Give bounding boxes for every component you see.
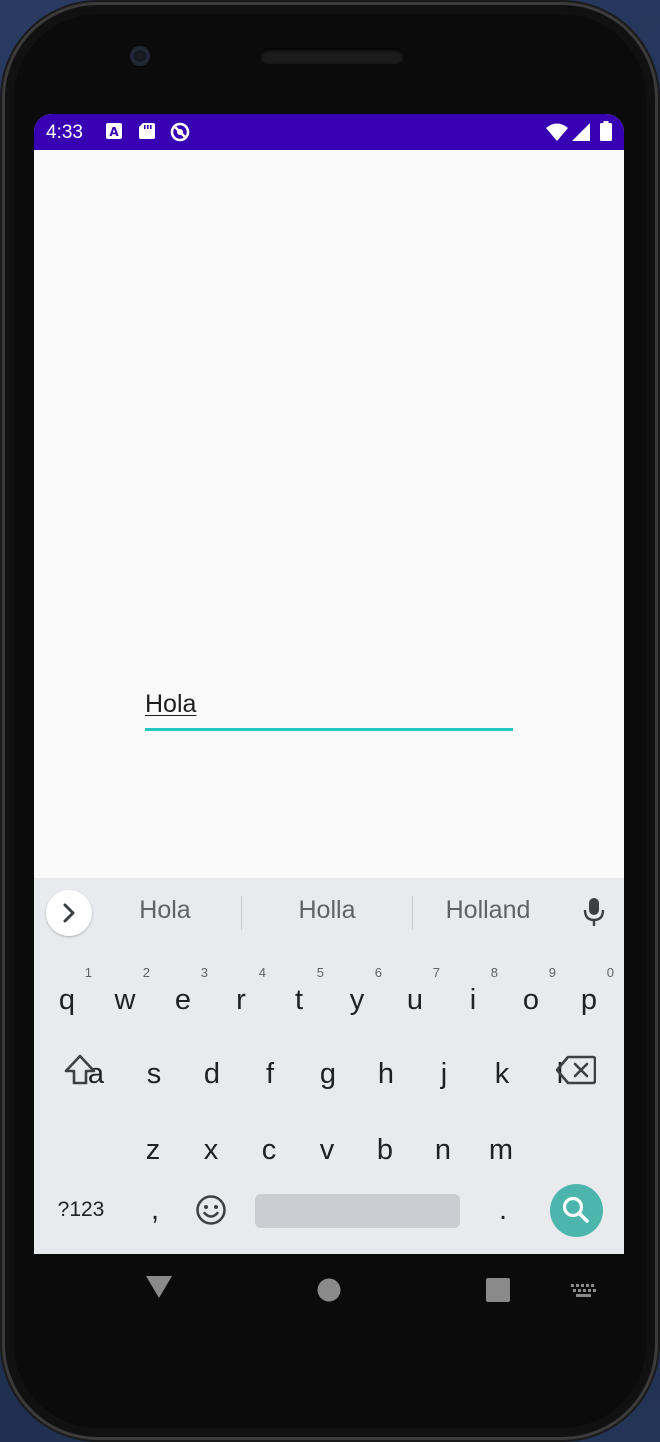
key-hint: 5 (316, 965, 324, 980)
earpiece-speaker (260, 48, 404, 64)
key-u[interactable]: u7 (386, 966, 444, 1030)
key-j[interactable]: j (415, 1044, 473, 1104)
wifi-icon (546, 123, 568, 146)
svg-text:A: A (109, 125, 119, 139)
backspace-key[interactable] (546, 1040, 606, 1100)
comma-key[interactable]: , (126, 1180, 184, 1240)
key-label: i (469, 984, 477, 1016)
keyboard-switch-icon[interactable] (571, 1284, 597, 1303)
key-hint: 0 (606, 965, 614, 980)
key-label: t (294, 984, 304, 1016)
key-y[interactable]: y6 (328, 966, 386, 1030)
cellular-signal-icon (572, 123, 590, 146)
key-b[interactable]: b (356, 1120, 414, 1180)
do-not-disturb-icon (170, 122, 190, 147)
key-label: o (522, 984, 540, 1016)
battery-icon (600, 121, 612, 146)
emoji-icon (196, 1195, 226, 1225)
soft-keyboard: Hola Holla Holland q1w2e3r4t5y6u7i8o9p0 … (34, 878, 624, 1254)
key-q[interactable]: q1 (38, 966, 96, 1030)
screen: 4:33 A Hola Hola Holla Holland q 1 w 2 e… (34, 114, 624, 1254)
suggestion-strip: Hola Holla Holland (34, 878, 624, 946)
key-c[interactable]: c (240, 1120, 298, 1180)
key-k[interactable]: k (473, 1044, 531, 1104)
key-label: w (114, 984, 136, 1016)
back-icon[interactable] (146, 1276, 172, 1303)
chevron-right-icon (63, 903, 75, 923)
key-hint: 8 (490, 965, 498, 980)
key-d[interactable]: d (183, 1044, 241, 1104)
recents-icon[interactable] (486, 1278, 510, 1307)
key-label: p (580, 984, 598, 1016)
key-m[interactable]: m (472, 1120, 530, 1180)
key-label: r (236, 984, 246, 1016)
navigation-bar (34, 1254, 624, 1326)
key-t[interactable]: t5 (270, 966, 328, 1030)
key-label: q (58, 984, 76, 1016)
text-a-icon: A (106, 122, 122, 145)
search-key[interactable] (550, 1184, 603, 1237)
key-v[interactable]: v (298, 1120, 356, 1180)
app-content: Hola (34, 150, 624, 878)
key-z[interactable]: z (124, 1120, 182, 1180)
suggestion-3[interactable]: Holland (413, 896, 563, 925)
symbols-key[interactable]: ?123 (46, 1180, 116, 1240)
home-icon[interactable] (317, 1278, 341, 1307)
suggestion-2[interactable]: Holla (252, 896, 402, 925)
key-g[interactable]: g (299, 1044, 357, 1104)
shift-icon (64, 1054, 96, 1085)
key-hint: 7 (432, 965, 440, 980)
microphone-icon[interactable] (582, 896, 606, 933)
status-time: 4:33 (46, 122, 83, 143)
front-camera (130, 46, 150, 66)
shift-key[interactable] (50, 1040, 110, 1100)
key-label: u (406, 984, 424, 1016)
key-r[interactable]: r4 (212, 966, 270, 1030)
text-input-field[interactable]: Hola (145, 682, 513, 731)
key-o[interactable]: o9 (502, 966, 560, 1030)
search-icon (562, 1196, 589, 1223)
key-hint: 6 (374, 965, 382, 980)
suggestion-1[interactable]: Hola (90, 896, 240, 925)
emoji-key[interactable] (182, 1180, 240, 1240)
sd-card-icon (139, 122, 155, 145)
period-key[interactable]: . (474, 1180, 532, 1240)
key-label: y (349, 984, 365, 1016)
key-hint: 9 (548, 965, 556, 980)
expand-toolbar-button[interactable] (46, 890, 92, 936)
backspace-icon (555, 1055, 597, 1085)
key-n[interactable]: n (414, 1120, 472, 1180)
status-bar: 4:33 A (34, 114, 624, 150)
key-h[interactable]: h (357, 1044, 415, 1104)
space-key[interactable] (255, 1194, 460, 1228)
key-hint: 4 (258, 965, 266, 980)
key-label: e (174, 984, 192, 1016)
suggestion-divider (241, 896, 242, 930)
key-x[interactable]: x (182, 1120, 240, 1180)
key-hint: 2 (142, 965, 150, 980)
key-w[interactable]: w2 (96, 966, 154, 1030)
key-hint: 3 (200, 965, 208, 980)
key-i[interactable]: i8 (444, 966, 502, 1030)
key-hint: 1 (84, 965, 92, 980)
text-input-value[interactable]: Hola (145, 690, 196, 719)
key-s[interactable]: s (125, 1044, 183, 1104)
key-f[interactable]: f (241, 1044, 299, 1104)
key-p[interactable]: p0 (560, 966, 618, 1030)
key-e[interactable]: e3 (154, 966, 212, 1030)
